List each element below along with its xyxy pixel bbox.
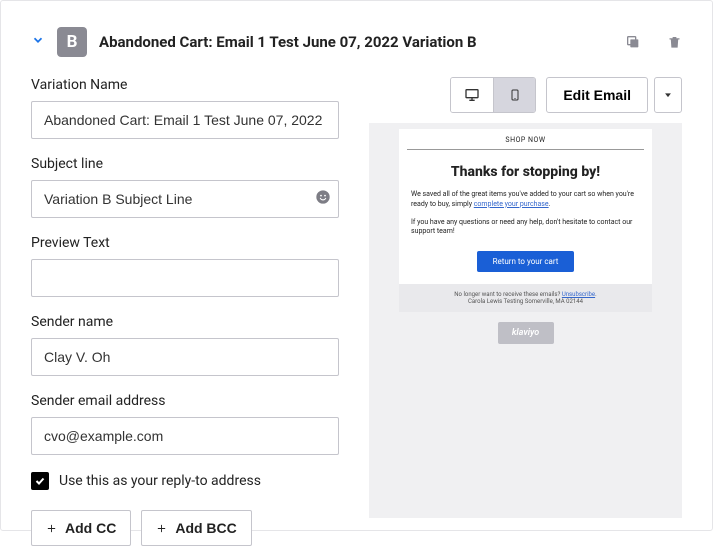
device-toggle [450,77,536,113]
reply-to-checkbox[interactable] [31,472,49,490]
subject-line-input[interactable] [31,180,339,218]
add-bcc-button[interactable]: Add BCC [141,510,251,546]
preview-text-input[interactable] [31,259,339,297]
caret-down-icon [663,90,673,100]
add-cc-button[interactable]: Add CC [31,510,131,546]
variation-name-label: Variation Name [31,77,339,93]
sender-email-label: Sender email address [31,393,339,409]
email-body-2: If you have any questions or need any he… [399,216,652,244]
email-footer: No longer want to receive these emails? … [399,284,652,312]
desktop-icon [463,87,481,103]
variation-badge: B [57,27,87,57]
card-title: Abandoned Cart: Email 1 Test June 07, 20… [99,33,477,51]
desktop-view-button[interactable] [451,78,493,112]
edit-email-menu-button[interactable] [654,77,682,113]
klaviyo-badge: klaviyo [498,322,554,344]
plus-icon [46,523,57,534]
email-headline: Thanks for stopping by! [399,158,652,188]
edit-email-button[interactable]: Edit Email [546,77,648,113]
add-cc-label: Add CC [65,520,116,536]
sender-name-input[interactable] [31,338,339,376]
subject-line-label: Subject line [31,156,339,172]
unsubscribe-link: Unsubscribe [562,291,595,298]
trash-icon[interactable] [667,34,682,50]
email-top-nav: SHOP NOW [407,129,644,150]
variation-name-input[interactable] [31,101,339,139]
sender-name-label: Sender name [31,314,339,330]
preview-text-label: Preview Text [31,235,339,251]
complete-purchase-link: complete your purchase [474,200,549,208]
reply-to-label: Use this as your reply-to address [59,473,261,489]
plus-icon [156,523,167,534]
email-preview-pane: SHOP NOW Thanks for stopping by! We save… [369,123,682,518]
add-bcc-label: Add BCC [175,520,236,536]
mobile-icon [509,86,521,104]
sender-email-input[interactable] [31,417,339,455]
mobile-view-button[interactable] [493,78,535,112]
email-cta-button: Return to your cart [477,251,575,272]
emoji-icon[interactable] [315,189,331,209]
email-body-1: We saved all of the great items you've a… [399,188,652,216]
duplicate-icon[interactable] [625,34,641,50]
collapse-toggle[interactable] [31,33,45,51]
